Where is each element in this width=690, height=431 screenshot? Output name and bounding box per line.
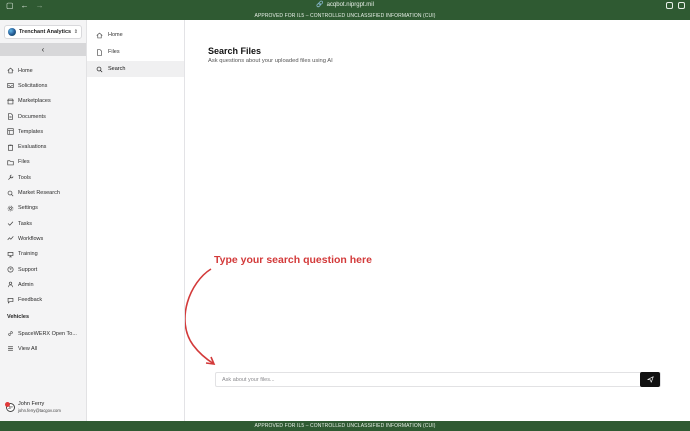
sidebar-item-label: Solicitations	[18, 82, 48, 89]
template-icon	[7, 128, 14, 135]
list-icon	[7, 345, 14, 352]
sidebar-item-label: Training	[18, 251, 38, 258]
classification-banner-bottom: APPROVED FOR IL5 – CONTROLLED UNCLASSIFI…	[0, 421, 690, 431]
sidebar-item-label: Evaluations	[18, 144, 47, 151]
sidebar-item-tools[interactable]: Tools	[0, 170, 86, 185]
sidebar-item-label: Market Research	[18, 190, 60, 197]
support-icon	[7, 266, 14, 273]
org-switcher[interactable]: Trenchant Analytics ⇕	[4, 25, 82, 39]
document-icon	[7, 113, 14, 120]
sidebar-item-label: Settings	[18, 205, 38, 212]
sidebar-item-marketplaces[interactable]: Marketplaces	[0, 94, 86, 109]
training-icon	[7, 251, 14, 258]
sidebar-item-training[interactable]: Training	[0, 247, 86, 262]
sidebar-item-label: Tools	[18, 174, 31, 181]
send-button[interactable]	[640, 372, 660, 387]
sidebar-item-home[interactable]: Home	[0, 63, 86, 78]
sidebar-item-label: Home	[18, 67, 33, 74]
collapse-sidebar-button[interactable]: ‹	[0, 43, 86, 56]
search-icon	[7, 190, 14, 197]
home-icon	[7, 67, 14, 74]
sidebar-item-label: Workflows	[18, 235, 44, 242]
sidebar-item-admin[interactable]: Admin	[0, 277, 86, 292]
sidebar-item-label: Marketplaces	[18, 98, 51, 105]
subnav-item-files[interactable]: Files	[87, 44, 184, 60]
search-bar	[215, 372, 661, 387]
subnav-item-label: Search	[108, 66, 126, 72]
notification-dot	[5, 402, 10, 407]
sidebar-item-tasks[interactable]: Tasks	[0, 216, 86, 231]
subnav-item-label: Files	[108, 49, 120, 55]
browser-right-icons	[666, 2, 685, 9]
classification-banner-top: APPROVED FOR IL5 – CONTROLLED UNCLASSIFI…	[0, 12, 690, 20]
subnav-item-home[interactable]: Home	[87, 27, 184, 43]
search-icon	[95, 65, 103, 73]
file-icon	[95, 48, 103, 56]
user-name: John Ferry	[18, 401, 45, 407]
subnav-item-label: Home	[108, 32, 123, 38]
sidebar-item-market-research[interactable]: Market Research	[0, 185, 86, 200]
vehicle-item[interactable]: SpaceWERX Open To...	[0, 326, 86, 341]
avatar: JF	[5, 402, 15, 412]
sidebar-nav: Home Solicitations Marketplaces Document…	[0, 63, 86, 308]
sidebar-item-solicitations[interactable]: Solicitations	[0, 78, 86, 93]
sidebar-item-feedback[interactable]: Feedback	[0, 292, 86, 307]
sidebar-item-label: Admin	[18, 281, 34, 288]
address-bar[interactable]: 🔗 acqbot.niprgpt.mil	[0, 1, 690, 10]
sidebar-item-documents[interactable]: Documents	[0, 109, 86, 124]
annotation-arrow-icon	[185, 268, 216, 365]
sidebar-item-label: Support	[18, 266, 38, 273]
sidebar-item-workflows[interactable]: Workflows	[0, 231, 86, 246]
vehicle-label: SpaceWERX Open To...	[18, 330, 77, 337]
user-meta: John Ferry john.ferry@tacgov.com	[18, 401, 61, 414]
view-all-vehicles[interactable]: View All	[0, 341, 86, 356]
sidebar-item-label: Templates	[18, 128, 44, 135]
subnav-item-search[interactable]: Search	[87, 61, 184, 77]
vehicles-heading: Vehicles	[7, 314, 30, 320]
send-icon	[646, 376, 654, 383]
admin-icon	[7, 281, 14, 288]
store-icon	[7, 98, 14, 105]
feedback-icon	[7, 297, 14, 304]
sidebar-item-label: Documents	[18, 113, 46, 120]
sidebar-item-files[interactable]: Files	[0, 155, 86, 170]
workflow-icon	[7, 235, 14, 242]
url-text: acqbot.niprgpt.mil	[326, 2, 374, 8]
search-input[interactable]	[216, 373, 636, 386]
chevron-left-icon: ‹	[41, 45, 45, 54]
user-email: john.ferry@tacgov.com	[18, 408, 61, 413]
sidebar-item-templates[interactable]: Templates	[0, 124, 86, 139]
clipboard-icon	[7, 144, 14, 151]
files-subnav: Home Files Search	[87, 20, 185, 421]
sidebar: Trenchant Analytics ⇕ ‹ Home Solicitatio…	[0, 20, 87, 421]
gear-icon	[7, 205, 14, 212]
globe-icon	[8, 28, 16, 36]
sidebar-item-label: Feedback	[18, 297, 43, 304]
tabs-icon[interactable]	[678, 2, 685, 9]
browser-toolbar: ▢ ← → 🔗 acqbot.niprgpt.mil	[0, 0, 690, 12]
folder-icon	[7, 159, 14, 166]
tools-icon	[7, 174, 14, 181]
org-name: Trenchant Analytics	[19, 29, 72, 35]
sidebar-item-settings[interactable]: Settings	[0, 201, 86, 216]
sidebar-item-support[interactable]: Support	[0, 262, 86, 277]
check-icon	[7, 220, 14, 227]
user-profile[interactable]: JF John Ferry john.ferry@tacgov.com	[5, 401, 84, 417]
link-icon	[7, 330, 14, 337]
sidebar-item-label: Files	[18, 159, 30, 166]
vehicles-list: SpaceWERX Open To... View All	[0, 326, 86, 356]
sidebar-item-evaluations[interactable]: Evaluations	[0, 139, 86, 154]
link-icon: 🔗	[316, 2, 324, 8]
view-all-label: View All	[18, 345, 38, 352]
extension-icon[interactable]	[666, 2, 673, 9]
sidebar-item-label: Tasks	[18, 220, 33, 227]
home-icon	[95, 31, 103, 39]
main-content: Search Files Ask questions about your up…	[185, 20, 690, 421]
chevron-updown-icon: ⇕	[73, 29, 78, 35]
inbox-icon	[7, 82, 14, 89]
